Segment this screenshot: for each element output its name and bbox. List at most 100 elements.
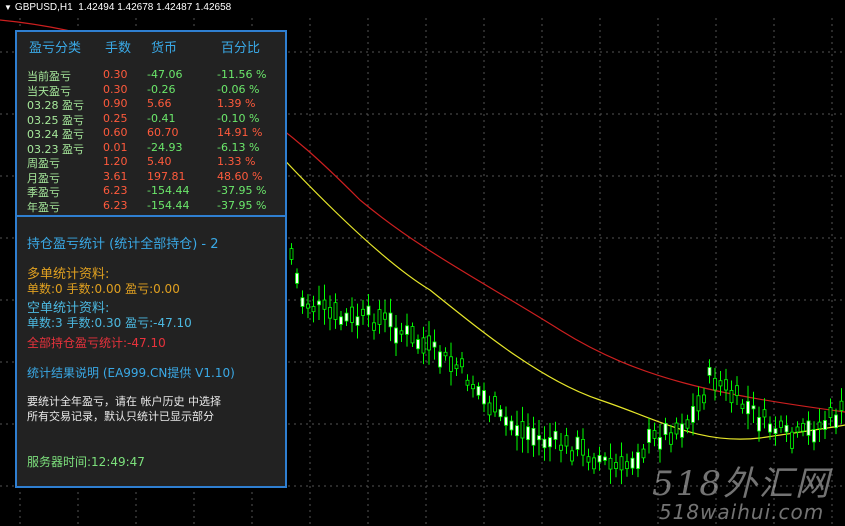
header-category: 盈亏分类 (29, 41, 82, 56)
candle-body (344, 312, 349, 322)
candle-body (729, 390, 734, 404)
candle-body (377, 309, 382, 325)
row-money: -0.26 (147, 82, 176, 96)
candle-body (603, 456, 607, 461)
candle-body (740, 403, 745, 409)
candle-body (333, 302, 338, 320)
candle-body (768, 423, 772, 433)
long-stats-line: 单数:0 手数:0.00 盈亏:0.00 (27, 282, 180, 296)
row-percent: -11.56 % (217, 68, 267, 81)
header-percent: 百分比 (221, 41, 261, 56)
candle-body (295, 272, 299, 284)
candle-body (790, 431, 794, 449)
profit-stats-panel: 盈亏分类 手数 货币 百分比 当前盈亏 0.30 -47.06 -11.56 % 当天盈… (15, 30, 287, 217)
candle-body (713, 377, 717, 391)
candle-body (817, 421, 822, 430)
row-percent: 14.91 % (217, 126, 263, 139)
holdings-stats-panel: 持仓盈亏统计 (统计全部持仓) - 2 多单统计资料: 单数:0 手数:0.00… (15, 215, 287, 488)
candle-body (823, 420, 827, 430)
candle-body (735, 385, 739, 396)
candle-body (718, 380, 723, 387)
candle-body (471, 384, 475, 390)
candle-body (707, 367, 712, 376)
candle-body (443, 351, 448, 357)
candle-body (762, 409, 767, 418)
candle-body (289, 248, 294, 260)
row-lots: 0.25 (103, 111, 128, 125)
candle-body (432, 341, 437, 348)
dropdown-triangle-icon: ▼ (4, 3, 12, 12)
candle-body (410, 326, 415, 344)
candle-body (608, 457, 613, 470)
candle-body (520, 421, 525, 439)
candle-body (300, 297, 305, 307)
candle-body (504, 416, 508, 426)
candle-body (669, 432, 673, 445)
row-percent: -0.06 % (217, 82, 260, 96)
candle-body (328, 307, 332, 319)
candle-body (405, 325, 409, 335)
candle-body (586, 456, 591, 463)
row-lots: 6.23 (103, 184, 128, 197)
candle-body (427, 335, 431, 351)
candle-body (559, 444, 563, 451)
row-money: -47.06 (147, 68, 183, 81)
row-lots: 0.60 (103, 126, 128, 139)
holdings-title: 持仓盈亏统计 (统计全部持仓) - 2 (27, 237, 219, 252)
candle-body (779, 420, 783, 428)
candle-body (564, 435, 569, 447)
candle-body (674, 422, 679, 435)
candle-body (839, 400, 844, 411)
candle-body (548, 437, 552, 448)
description-title: 统计结果说明 (EA999.CN提供 V1.10) (27, 366, 235, 380)
candle-body (322, 299, 327, 310)
candle-body (658, 437, 662, 450)
candle-body (630, 457, 635, 469)
candle-body (306, 303, 310, 309)
candle-body (311, 306, 316, 313)
candle-body (680, 423, 684, 438)
row-money: -24.93 (147, 140, 183, 154)
candle-body (531, 427, 536, 446)
candle-body (465, 379, 470, 386)
row-label: 年盈亏 (27, 200, 60, 214)
candle-body (509, 420, 514, 431)
candle-body (493, 396, 497, 413)
server-time: 服务器时间:12:49:47 (27, 455, 145, 469)
candle-body (581, 438, 585, 456)
header-money: 货币 (151, 41, 178, 56)
row-lots: 6.23 (103, 198, 128, 212)
row-money: 5.66 (147, 97, 172, 110)
candle-body (399, 330, 404, 335)
candle-body (696, 395, 701, 412)
ma-fast-line (229, 99, 845, 440)
row-percent: 1.33 % (217, 155, 256, 168)
candle-body (625, 461, 629, 470)
candle-body (647, 428, 651, 443)
candle-body (751, 405, 756, 410)
candle-body (795, 426, 800, 433)
chart-title: ▼ GBPUSD,H1 1.42494 1.42678 1.42487 1.426… (4, 2, 231, 13)
row-lots: 3.61 (103, 169, 128, 183)
candle-body (724, 379, 728, 391)
row-lots: 0.30 (103, 82, 128, 96)
row-lots: 0.90 (103, 97, 128, 110)
row-lots: 0.01 (103, 140, 128, 154)
candle-body (416, 339, 420, 350)
row-money: 60.70 (147, 126, 179, 139)
candle-body (438, 351, 442, 368)
row-percent: -37.95 % (217, 198, 267, 212)
candle-body (663, 422, 668, 435)
candle-body (592, 457, 596, 470)
candle-body (350, 306, 354, 323)
candle-body (366, 305, 371, 316)
row-percent: -0.10 % (217, 111, 260, 125)
candle-body (383, 312, 387, 320)
candle-body (498, 409, 503, 418)
candle-body (460, 358, 464, 368)
row-money: -154.44 (147, 184, 190, 197)
candle-body (806, 420, 811, 436)
candle-body (641, 448, 646, 459)
candle-body (801, 423, 805, 432)
symbol-timeframe: GBPUSD,H1 (14, 2, 73, 13)
